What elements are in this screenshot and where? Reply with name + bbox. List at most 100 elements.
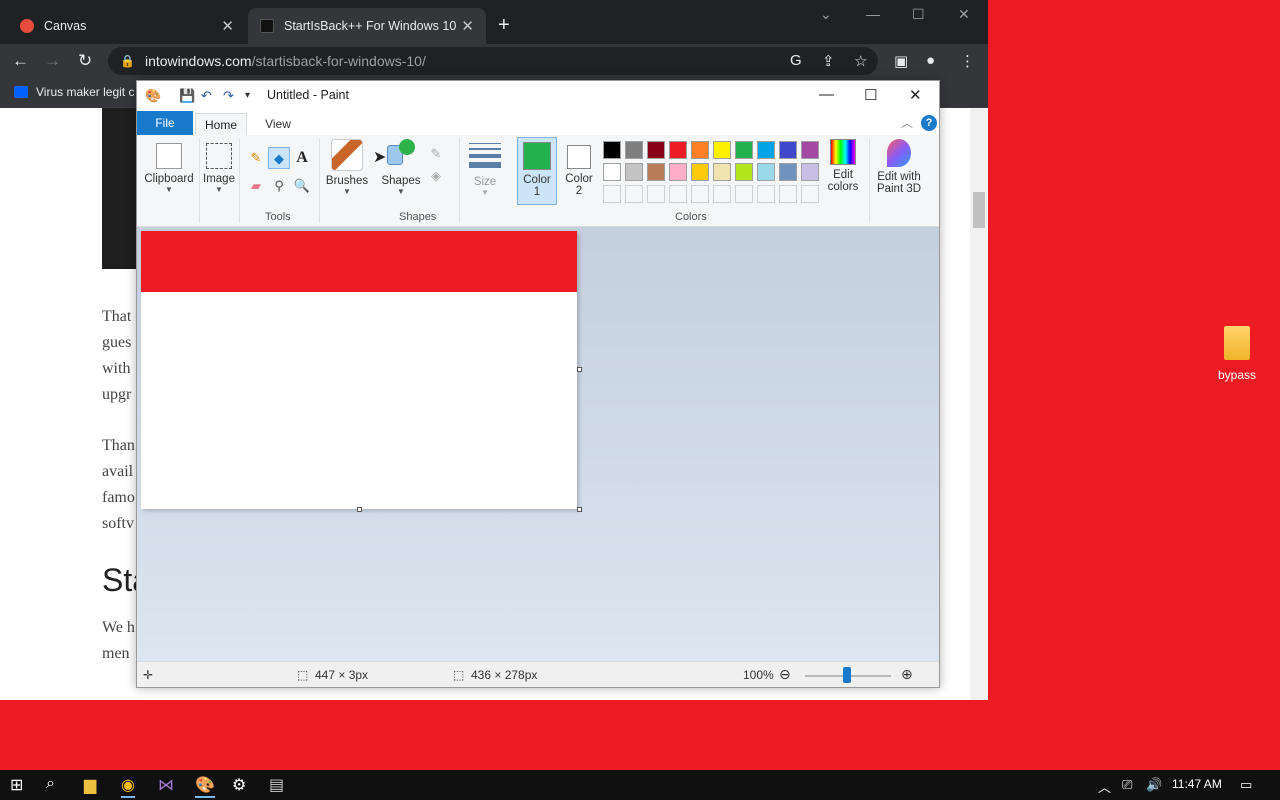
tab-file[interactable]: File (137, 111, 193, 135)
image-button[interactable]: Image ▼ (201, 139, 237, 194)
paint-taskbar-icon[interactable]: 🎨 (195, 775, 215, 798)
outline-icon[interactable]: ✎ (425, 143, 447, 165)
collapse-ribbon-icon[interactable]: ︿ (901, 114, 913, 131)
resize-handle-right[interactable] (577, 367, 582, 372)
side-panel-icon[interactable]: ▣ (894, 52, 908, 70)
palette-swatch[interactable] (625, 163, 643, 181)
palette-swatch[interactable] (801, 141, 819, 159)
customize-toolbar-icon[interactable]: ▾ (245, 90, 250, 101)
app-taskbar-icon[interactable]: ▤ (269, 775, 284, 795)
tab-search-icon[interactable]: ⌄ (820, 6, 832, 23)
clipboard-button[interactable]: Clipboard ▼ (141, 139, 197, 194)
palette-swatch[interactable] (691, 141, 709, 159)
palette-swatch[interactable] (713, 185, 731, 203)
palette-swatch[interactable] (757, 163, 775, 181)
eraser-icon[interactable]: ▰ (245, 175, 267, 197)
palette-swatch[interactable] (779, 163, 797, 181)
pencil-icon[interactable]: ✎ (245, 147, 267, 169)
palette-swatch[interactable] (603, 185, 621, 203)
zoom-in-icon[interactable]: ⊕ (901, 666, 913, 683)
chrome-icon[interactable]: ◉ (121, 775, 135, 798)
help-icon[interactable]: ? (921, 115, 937, 131)
palette-swatch[interactable] (669, 141, 687, 159)
tab-home[interactable]: Home (195, 113, 247, 135)
file-explorer-icon[interactable]: ▆ (84, 775, 96, 795)
tab-startisback[interactable]: StartIsBack++ For Windows 10 ✕ (248, 8, 486, 44)
close-tab-icon[interactable]: ✕ (461, 17, 474, 35)
back-icon[interactable]: ← (12, 51, 29, 71)
address-bar[interactable]: 🔒 intowindows.com/startisback-for-window… (108, 47, 878, 75)
color1-button[interactable]: Color 1 (517, 137, 557, 205)
palette-swatch[interactable] (779, 141, 797, 159)
text-tool-icon[interactable]: A (291, 147, 313, 169)
clock[interactable]: 11:47 AM (1172, 777, 1222, 791)
windows-start-icon[interactable]: ⊞ (10, 775, 23, 795)
bookmark-star-icon[interactable]: ☆ (854, 52, 867, 70)
palette-swatch[interactable] (801, 185, 819, 203)
palette-swatch[interactable] (647, 163, 665, 181)
close-icon[interactable]: ✕ (909, 86, 922, 104)
palette-swatch[interactable] (713, 163, 731, 181)
zoom-out-icon[interactable]: ⊖ (779, 666, 791, 683)
edit-colors-button[interactable]: Edit colors (823, 139, 863, 193)
redo-icon[interactable]: ↷ (223, 88, 234, 104)
resize-handle-corner[interactable] (577, 507, 582, 512)
tab-canvas[interactable]: Canvas ✕ (8, 8, 246, 44)
volume-icon[interactable]: 🔊 (1146, 777, 1162, 793)
magnifier-icon[interactable]: 🔍 (291, 175, 313, 197)
close-tab-icon[interactable]: ✕ (221, 17, 234, 35)
minimize-icon[interactable]: — (866, 6, 880, 22)
palette-swatch[interactable] (691, 185, 709, 203)
save-icon[interactable]: 💾 (179, 88, 195, 104)
edit-with-paint3d-button[interactable]: Edit with Paint 3D (871, 139, 927, 195)
palette-swatch[interactable] (603, 163, 621, 181)
visual-studio-icon[interactable]: ⋈ (158, 775, 174, 795)
scrollbar-thumb[interactable] (973, 192, 985, 228)
palette-swatch[interactable] (735, 141, 753, 159)
palette-swatch[interactable] (735, 185, 753, 203)
bookmark-item[interactable]: Virus maker legit c (14, 85, 134, 99)
color2-button[interactable]: Color 2 (561, 137, 597, 205)
tab-view[interactable]: View (257, 113, 299, 135)
search-icon[interactable]: ⌕ (46, 775, 55, 793)
network-icon[interactable]: ⎚ (1122, 777, 1132, 793)
profile-icon[interactable]: ● (926, 52, 935, 69)
palette-swatch[interactable] (625, 185, 643, 203)
maximize-icon[interactable]: ☐ (864, 86, 877, 104)
palette-swatch[interactable] (779, 185, 797, 203)
palette-swatch[interactable] (625, 141, 643, 159)
zoom-slider-thumb[interactable] (843, 667, 851, 683)
fill-bucket-icon[interactable]: ◆ (268, 147, 290, 169)
menu-icon[interactable]: ⋮ (960, 52, 975, 70)
reload-icon[interactable]: ↻ (78, 51, 92, 71)
shapes-button[interactable]: Shapes ▼ (379, 139, 423, 196)
forward-icon[interactable]: → (44, 51, 61, 71)
fill-icon[interactable]: ◈ (425, 165, 447, 187)
brushes-button[interactable]: Brushes ▼ (323, 139, 371, 196)
color-picker-icon[interactable]: ⚲ (268, 175, 290, 197)
palette-swatch[interactable] (757, 185, 775, 203)
palette-swatch[interactable] (669, 163, 687, 181)
palette-swatch[interactable] (735, 163, 753, 181)
palette-swatch[interactable] (669, 185, 687, 203)
google-lens-icon[interactable]: G (790, 52, 802, 69)
palette-swatch[interactable] (801, 163, 819, 181)
palette-swatch[interactable] (603, 141, 621, 159)
minimize-icon[interactable]: — (819, 86, 834, 103)
palette-swatch[interactable] (647, 141, 665, 159)
resize-handle-bottom[interactable] (357, 507, 362, 512)
canvas-workarea[interactable] (137, 227, 939, 661)
share-icon[interactable]: ⇪ (822, 52, 835, 70)
tray-overflow-icon[interactable]: ︿ (1098, 777, 1111, 796)
maximize-icon[interactable]: ☐ (912, 6, 925, 23)
palette-swatch[interactable] (713, 141, 731, 159)
desktop-folder-bypass[interactable]: bypass (1212, 326, 1262, 382)
palette-swatch[interactable] (691, 163, 709, 181)
page-scrollbar[interactable] (970, 108, 988, 700)
drawing-canvas[interactable] (141, 231, 577, 509)
close-window-icon[interactable]: ✕ (958, 6, 970, 23)
palette-swatch[interactable] (757, 141, 775, 159)
palette-swatch[interactable] (647, 185, 665, 203)
new-tab-icon[interactable]: + (498, 14, 510, 37)
size-button[interactable]: Size ▼ (465, 141, 505, 197)
